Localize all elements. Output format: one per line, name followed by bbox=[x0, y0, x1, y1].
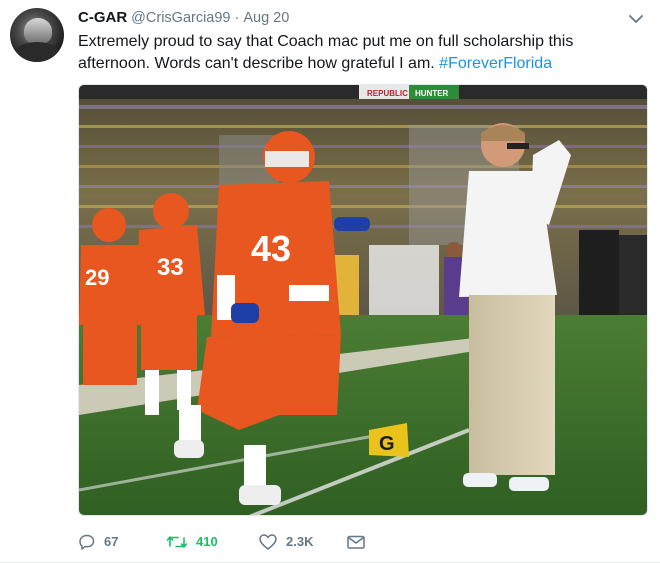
user-handle[interactable]: @CrisGarcia99 bbox=[131, 10, 230, 26]
tweet-photo[interactable]: REPUBLIC HUNTER G 29 33 43 bbox=[78, 84, 648, 516]
field-marker-label: G bbox=[379, 433, 395, 455]
coach bbox=[459, 123, 571, 491]
direct-message-button[interactable] bbox=[346, 530, 376, 554]
caret-down-icon[interactable] bbox=[626, 9, 646, 29]
avatar-helmet bbox=[24, 18, 52, 44]
tweet-card[interactable]: C-GAR @CrisGarcia99 · Aug 20 Extremely p… bbox=[0, 0, 660, 563]
display-name[interactable]: C-GAR bbox=[78, 9, 127, 26]
avatar-shoulder bbox=[14, 42, 60, 62]
tweet-actions: 67 410 2.3K bbox=[78, 530, 376, 554]
tweet-timestamp[interactable]: Aug 20 bbox=[243, 10, 289, 26]
tweet-text: Extremely proud to say that Coach mac pu… bbox=[78, 31, 638, 75]
avatar[interactable] bbox=[10, 8, 64, 62]
retweet-icon bbox=[166, 533, 188, 551]
jersey-number-middle: 33 bbox=[157, 254, 184, 281]
heart-icon bbox=[258, 533, 278, 551]
retweet-count: 410 bbox=[196, 534, 218, 549]
separator-dot: · bbox=[234, 10, 240, 26]
retweet-button[interactable]: 410 bbox=[166, 530, 258, 554]
football-photo: REPUBLIC HUNTER G 29 33 43 bbox=[79, 85, 647, 515]
hashtag-link[interactable]: #ForeverFlorida bbox=[439, 55, 552, 72]
jersey-number-main: 43 bbox=[251, 228, 291, 269]
reply-button[interactable]: 67 bbox=[78, 530, 166, 554]
reply-icon bbox=[78, 533, 96, 551]
like-button[interactable]: 2.3K bbox=[258, 530, 346, 554]
envelope-icon bbox=[346, 534, 366, 550]
reply-count: 67 bbox=[104, 534, 119, 549]
like-count: 2.3K bbox=[286, 534, 314, 549]
tweet-header: C-GAR @CrisGarcia99 · Aug 20 bbox=[78, 9, 289, 29]
jersey-number-left: 29 bbox=[85, 265, 109, 290]
scoreboard-banner: REPUBLIC bbox=[367, 89, 408, 98]
scoreboard-banner-sub: HUNTER bbox=[415, 89, 449, 98]
